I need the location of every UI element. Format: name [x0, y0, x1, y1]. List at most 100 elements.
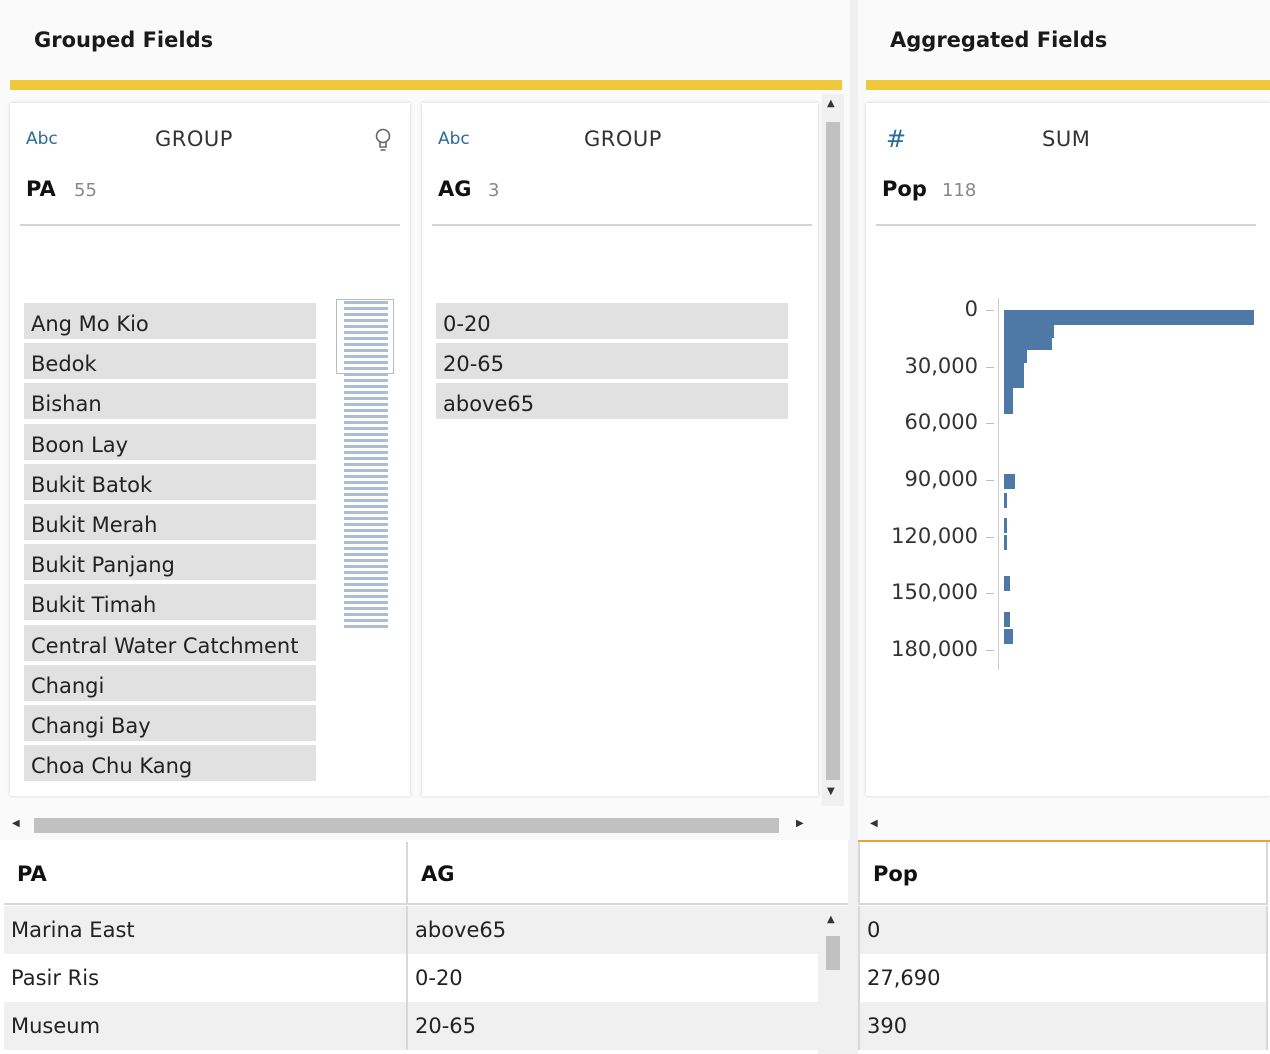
value-item[interactable]: Bishan	[24, 383, 316, 420]
field-card-pop[interactable]: # SUM Pop 118 0 30,000 60,000 90,000 120,000…	[866, 103, 1270, 796]
grouped-fields-accent-bar	[10, 80, 842, 90]
overview-bar	[344, 523, 388, 527]
value-item[interactable]: Boon Lay	[24, 423, 316, 460]
value-item[interactable]: Bukit Merah	[24, 504, 316, 540]
horizontal-scrollbar[interactable]: ◀	[866, 812, 1270, 838]
overview-bar	[344, 619, 388, 623]
table-row[interactable]: Museum 20-65 390	[0, 1002, 1270, 1050]
overview-bar	[344, 397, 388, 401]
scroll-left-arrow[interactable]: ◀	[12, 818, 20, 829]
y-axis-line	[998, 298, 999, 670]
value-overview-histogram[interactable]	[336, 299, 394, 631]
table-cell-pa[interactable]: Pasir Ris	[4, 954, 408, 1002]
distinct-count: 3	[488, 180, 500, 201]
overview-bar	[344, 559, 388, 563]
value-item[interactable]: Changi	[24, 664, 316, 701]
table-cell-pop[interactable]: 27,690	[858, 954, 1268, 1002]
aggregation-label[interactable]: GROUP	[155, 127, 233, 151]
y-tick-label: 120,000	[891, 523, 978, 548]
histogram-bar[interactable]	[1004, 474, 1016, 490]
overview-bar	[344, 475, 388, 479]
overview-bar	[344, 409, 388, 413]
overview-bar	[344, 343, 388, 347]
string-type-icon[interactable]: Abc	[438, 129, 470, 149]
scroll-thumb[interactable]	[826, 936, 840, 970]
overview-bar	[344, 433, 388, 437]
y-tick-label: 30,000	[904, 353, 978, 378]
value-item[interactable]: Bedok	[24, 343, 316, 380]
scroll-left-arrow[interactable]: ◀	[870, 818, 878, 829]
vertical-scrollbar[interactable]: ▲ ▼	[822, 94, 844, 806]
overview-bar	[344, 439, 388, 443]
table-row[interactable]: Marina East above65 0	[0, 906, 1270, 954]
column-header-ag[interactable]: AG	[408, 842, 848, 905]
overview-bar	[344, 349, 388, 353]
overview-bar	[344, 607, 388, 611]
table-row[interactable]: Pasir Ris 0-20 27,690	[0, 954, 1270, 1002]
field-name: PA	[26, 177, 56, 201]
table-cell-ag[interactable]: 0-20	[408, 954, 818, 1002]
grid-vertical-scrollbar[interactable]: ▲	[818, 906, 848, 1054]
field-card-ag[interactable]: Abc GROUP AG 3 0-20 20-65 above65	[422, 103, 818, 796]
overview-bar	[344, 487, 388, 491]
overview-bar	[344, 403, 388, 407]
histogram-bar[interactable]	[1004, 576, 1011, 592]
column-header-pa[interactable]: PA	[4, 842, 408, 905]
overview-bar	[344, 511, 388, 515]
y-tick	[986, 480, 994, 481]
overview-bar	[344, 337, 388, 341]
value-item[interactable]: Changi Bay	[24, 705, 316, 741]
overview-bar	[344, 625, 388, 629]
value-item[interactable]: 20-65	[436, 343, 788, 380]
y-tick	[986, 423, 994, 425]
value-item[interactable]: Bukit Batok	[24, 463, 316, 500]
histogram-bar[interactable]	[1004, 517, 1007, 533]
histogram-bar[interactable]	[1004, 493, 1007, 509]
table-cell-pa[interactable]: Marina East	[4, 906, 408, 954]
aggregation-label[interactable]: GROUP	[584, 127, 662, 151]
table-cell-pop[interactable]: 390	[858, 1002, 1268, 1050]
overview-bar	[344, 427, 388, 431]
table-cell-ag[interactable]: 20-65	[408, 1002, 818, 1050]
histogram-bar[interactable]	[1004, 612, 1011, 628]
scroll-right-arrow[interactable]: ▶	[796, 818, 804, 829]
scroll-up-arrow[interactable]: ▲	[827, 914, 835, 925]
scroll-up-arrow[interactable]: ▲	[827, 98, 835, 109]
overview-bar	[344, 361, 388, 365]
table-cell-pop[interactable]: 0	[858, 906, 1268, 954]
value-item[interactable]: Bukit Panjang	[24, 544, 316, 581]
column-header-pop[interactable]: Pop	[858, 842, 1268, 905]
lightbulb-icon[interactable]	[373, 127, 393, 155]
overview-bar	[344, 325, 388, 329]
field-name: AG	[438, 177, 472, 201]
y-tick-label: 150,000	[891, 580, 978, 605]
grouped-fields-title: Grouped Fields	[34, 28, 214, 52]
string-type-icon[interactable]: Abc	[26, 129, 58, 149]
overview-bar	[344, 469, 388, 473]
histogram-bar[interactable]	[1004, 629, 1013, 645]
scroll-thumb[interactable]	[34, 818, 779, 833]
overview-bar	[344, 499, 388, 503]
pop-histogram[interactable]: 0 30,000 60,000 90,000 120,000 150,000 180,000	[866, 103, 1270, 796]
value-item[interactable]: above65	[436, 383, 788, 420]
overview-bar	[344, 535, 388, 539]
value-item[interactable]: Central Water Catchment	[24, 624, 316, 661]
value-item[interactable]: 0-20	[436, 303, 788, 339]
field-card-pa[interactable]: Abc GROUP PA 55 Ang Mo Kio Bedok Bishan Boo…	[10, 103, 410, 796]
grouped-fields-panel: Grouped Fields Abc GROUP PA 55 Ang Mo Ki…	[0, 0, 850, 840]
scroll-thumb[interactable]	[826, 122, 840, 780]
scroll-down-arrow[interactable]: ▼	[827, 786, 835, 797]
value-item[interactable]: Ang Mo Kio	[24, 303, 316, 339]
overview-bar	[344, 613, 388, 617]
value-item[interactable]: Choa Chu Kang	[24, 745, 316, 782]
histogram-bar[interactable]	[1004, 398, 1013, 414]
overview-bar	[344, 445, 388, 449]
histogram-bar[interactable]	[1004, 534, 1007, 550]
horizontal-scrollbar[interactable]: ◀ ▶	[10, 812, 818, 838]
value-item[interactable]: Bukit Timah	[24, 584, 316, 621]
overview-bar	[344, 505, 388, 509]
table-cell-ag[interactable]: above65	[408, 906, 818, 954]
table-cell-pa[interactable]: Museum	[4, 1002, 408, 1050]
aggregated-fields-panel: Aggregated Fields # SUM Pop 118 0 30,000 6…	[858, 0, 1270, 840]
overview-bar	[344, 301, 388, 305]
